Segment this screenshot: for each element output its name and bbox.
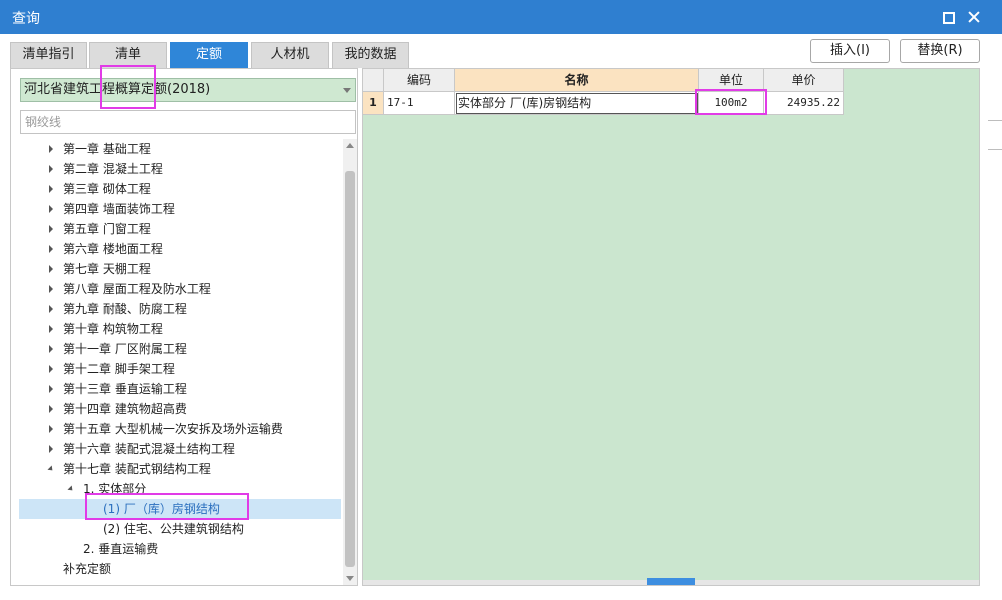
tree-node[interactable]: 第七章 天棚工程 (19, 259, 341, 279)
tab-bill[interactable]: 清单 (89, 42, 167, 68)
tree-node[interactable]: 第十三章 垂直运输工程 (19, 379, 341, 399)
tree-node[interactable]: 第二章 混凝土工程 (19, 159, 341, 179)
tree-node[interactable]: 1. 实体部分 (19, 479, 341, 499)
tree-node[interactable]: 第十六章 装配式混凝土结构工程 (19, 439, 341, 459)
window-title: 查询 (12, 11, 40, 27)
expand-arrow-icon[interactable] (47, 179, 57, 199)
row-number[interactable]: 1 (363, 92, 384, 115)
chapter-tree: 第一章 基础工程 第二章 混凝土工程 第三章 砌体工程 第四章 墙面装饰工程 第… (11, 139, 343, 585)
expand-arrow-icon[interactable] (47, 399, 57, 419)
tree-scrollbar[interactable] (343, 139, 357, 585)
column-header-code[interactable]: 编码 (384, 69, 455, 92)
expand-arrow-icon[interactable] (47, 359, 57, 379)
tree-node[interactable]: 第十一章 厂区附属工程 (19, 339, 341, 359)
tree-node[interactable]: 第五章 门窗工程 (19, 219, 341, 239)
scroll-thumb[interactable] (345, 171, 355, 567)
cell-name[interactable]: 实体部分 厂(库)房钢结构 (455, 92, 699, 115)
tab-bill-guide[interactable]: 清单指引 (10, 42, 87, 68)
tree-node[interactable]: 第六章 楼地面工程 (19, 239, 341, 259)
expand-arrow-icon[interactable] (47, 259, 57, 279)
expand-arrow-icon[interactable] (47, 319, 57, 339)
expand-arrow-icon[interactable] (47, 239, 57, 259)
scroll-up-icon[interactable] (346, 143, 354, 148)
expand-arrow-icon[interactable] (47, 199, 57, 219)
tree-node[interactable]: 第四章 墙面装饰工程 (19, 199, 341, 219)
tree-node[interactable]: 第一章 基础工程 (19, 139, 341, 159)
search-input[interactable] (20, 110, 356, 134)
expand-arrow-icon[interactable] (47, 419, 57, 439)
quota-grid: 编码 名称 单位 单价 1 17-1 实体部分 厂(库)房钢结构 100m2 2… (362, 68, 980, 586)
scroll-down-icon[interactable] (346, 576, 354, 581)
tree-node[interactable]: 2. 垂直运输费 (19, 539, 341, 559)
tree-node[interactable]: 第十二章 脚手架工程 (19, 359, 341, 379)
tab-quota[interactable]: 定额 (170, 42, 248, 68)
tree-node[interactable]: 第十四章 建筑物超高费 (19, 399, 341, 419)
expand-arrow-icon[interactable] (47, 159, 57, 179)
tree-node[interactable]: 第十七章 装配式钢结构工程 (19, 459, 341, 479)
title-bar: 查询 (0, 0, 1002, 34)
close-icon[interactable] (966, 9, 982, 25)
expand-arrow-icon[interactable] (47, 139, 57, 159)
tree-node[interactable]: 第十章 构筑物工程 (19, 319, 341, 339)
expand-arrow-icon[interactable] (47, 439, 57, 459)
column-header-unit[interactable]: 单位 (699, 69, 764, 92)
tree-node-selected[interactable]: (1) 厂（库）房钢结构 (19, 499, 341, 519)
grid-corner (363, 69, 384, 92)
scroll-grip[interactable] (647, 578, 695, 585)
window-edge (988, 120, 1002, 150)
cell-price[interactable]: 24935.22 (764, 92, 844, 115)
replace-button[interactable]: 替换(R) (900, 39, 980, 63)
quota-library-panel: 河北省建筑工程概算定额(2018) 第一章 基础工程 第二章 混凝土工程 第三章… (10, 68, 358, 586)
library-select-value: 河北省建筑工程概算定额(2018) (24, 82, 211, 97)
tree-node[interactable]: 补充定额 (19, 559, 341, 579)
grid-horizontal-scrollbar[interactable] (363, 578, 979, 585)
library-select[interactable]: 河北省建筑工程概算定额(2018) (20, 78, 356, 102)
expand-arrow-icon[interactable] (47, 219, 57, 239)
tree-node[interactable]: 第九章 耐酸、防腐工程 (19, 299, 341, 319)
maximize-icon[interactable] (940, 9, 956, 25)
expand-arrow-icon[interactable] (47, 379, 57, 399)
cell-unit[interactable]: 100m2 (699, 92, 764, 115)
tree-node[interactable]: (2) 住宅、公共建筑钢结构 (19, 519, 341, 539)
expand-arrow-icon[interactable] (47, 339, 57, 359)
collapse-arrow-icon[interactable] (67, 479, 77, 499)
tree-node[interactable]: 第八章 屋面工程及防水工程 (19, 279, 341, 299)
column-header-name[interactable]: 名称 (455, 69, 699, 92)
insert-button[interactable]: 插入(I) (810, 39, 890, 63)
expand-arrow-icon[interactable] (47, 299, 57, 319)
collapse-arrow-icon[interactable] (47, 459, 57, 479)
tab-my-data[interactable]: 我的数据 (332, 42, 409, 68)
tree-node[interactable]: 第十五章 大型机械一次安拆及场外运输费 (19, 419, 341, 439)
tree-node[interactable]: 第三章 砌体工程 (19, 179, 341, 199)
expand-arrow-icon[interactable] (47, 279, 57, 299)
chevron-down-icon (343, 88, 351, 93)
tab-materials[interactable]: 人材机 (251, 42, 329, 68)
column-header-price[interactable]: 单价 (764, 69, 844, 92)
cell-code[interactable]: 17-1 (384, 92, 455, 115)
